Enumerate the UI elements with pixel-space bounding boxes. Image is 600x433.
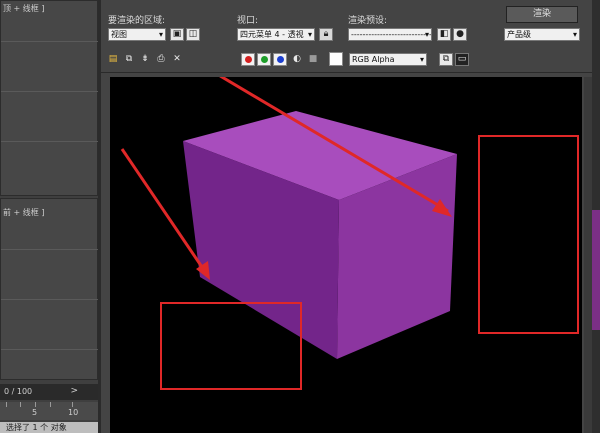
crop-region-icon[interactable]: ▣ — [170, 28, 184, 41]
render-preset-select[interactable]: ---------------------------- ▾ — [348, 28, 432, 41]
ruler-tick — [6, 402, 7, 407]
ruler-tick — [20, 402, 21, 407]
render-button[interactable]: 渲染 — [506, 6, 578, 23]
grid-line — [1, 249, 99, 250]
render-preset-label: 渲染预设: — [348, 16, 388, 26]
red-channel-toggle[interactable] — [241, 53, 255, 66]
red-dot-icon — [245, 56, 252, 63]
viewport-label: 视口: — [237, 16, 259, 26]
ruler-number: 5 — [32, 408, 38, 417]
monochrome-icon[interactable]: ■ — [307, 53, 319, 65]
grid-line — [1, 141, 99, 142]
clear-icon[interactable]: ✕ — [171, 53, 183, 65]
production-select[interactable]: 产品级 ▾ — [504, 28, 580, 41]
camera-save-icon[interactable]: ◧ — [437, 28, 451, 41]
ruler-number: 10 — [68, 408, 79, 417]
area-to-render-select[interactable]: 视图 ▾ — [108, 28, 166, 41]
ruler-tick — [35, 402, 36, 407]
time-slider-value: 0 / 100 — [4, 387, 33, 396]
area-to-render-value: 视图 — [111, 30, 127, 39]
status-bar: 选择了 1 个 对象 — [0, 422, 98, 433]
frame-toolbar: ▤ ⧉ ⇟ ⎙ ✕ ◐ ■ RGB Alpha ▾ ⧉ ▭ — [105, 51, 585, 69]
green-channel-toggle[interactable] — [257, 53, 271, 66]
save-image-icon[interactable]: ▤ — [107, 53, 119, 65]
chevron-down-icon: ▾ — [572, 30, 577, 39]
ruler-tick — [50, 402, 51, 407]
viewport-front[interactable]: 前 + 线框 ] — [0, 198, 99, 380]
copy-image-icon[interactable]: ⧉ — [123, 53, 135, 65]
viewport-select[interactable]: 四元菜单 4 - 透视 ▾ — [237, 28, 315, 41]
rendered-image — [120, 77, 579, 390]
viewport-value: 四元菜单 4 - 透视 — [240, 30, 304, 39]
color-swatch[interactable] — [329, 52, 343, 66]
channel-value: RGB Alpha — [352, 55, 395, 64]
clone-window-icon[interactable]: ⇟ — [139, 53, 151, 65]
render-canvas[interactable] — [110, 77, 582, 433]
blue-dot-icon — [277, 56, 284, 63]
blue-channel-toggle[interactable] — [273, 53, 287, 66]
grid-line — [1, 299, 99, 300]
chevron-down-icon: ▾ — [424, 30, 429, 39]
chevron-down-icon: ▾ — [158, 30, 163, 39]
next-frame-button[interactable]: > — [70, 386, 78, 396]
channel-select[interactable]: RGB Alpha ▾ — [349, 53, 427, 66]
half-circle-icon[interactable]: ◐ — [291, 53, 303, 65]
edit-region-icon[interactable]: ◫ — [186, 28, 200, 41]
viewport-top-label[interactable]: 顶 + 线框 ] — [3, 3, 44, 14]
render-preset-value: ---------------------------- — [351, 30, 432, 39]
toolbar-divider — [101, 72, 595, 73]
area-to-render-label: 要渲染的区域: — [108, 16, 166, 26]
left-viewport-panel: 顶 + 线框 ] 前 + 线框 ] 0 / 100 > 5 10 选择了 1 个… — [0, 0, 99, 433]
annotation-box — [478, 135, 579, 334]
toggle-ui-icon[interactable]: ⧉ — [439, 53, 453, 66]
time-slider[interactable]: 0 / 100 > — [0, 384, 98, 400]
production-value: 产品级 — [507, 30, 531, 39]
background-object-edge — [592, 210, 600, 330]
status-text: 选择了 1 个 对象 — [6, 423, 67, 432]
frame-overlay-icon[interactable]: ▭ — [455, 53, 469, 66]
grid-line — [1, 349, 99, 350]
teapot-icon[interactable]: ● — [453, 28, 467, 41]
canvas-scrollbar[interactable] — [584, 77, 592, 433]
chevron-down-icon: ▾ — [419, 55, 424, 64]
lock-icon[interactable]: 🔒︎ — [319, 28, 333, 41]
track-ruler[interactable]: 5 10 — [0, 402, 98, 420]
grid-line — [1, 41, 99, 42]
green-dot-icon — [261, 56, 268, 63]
ruler-tick — [72, 402, 73, 407]
chevron-down-icon: ▾ — [307, 30, 312, 39]
viewport-top[interactable]: 顶 + 线框 ] — [0, 0, 99, 196]
viewport-front-label[interactable]: 前 + 线框 ] — [3, 207, 44, 218]
grid-line — [1, 91, 99, 92]
print-icon[interactable]: ⎙ — [155, 53, 167, 65]
